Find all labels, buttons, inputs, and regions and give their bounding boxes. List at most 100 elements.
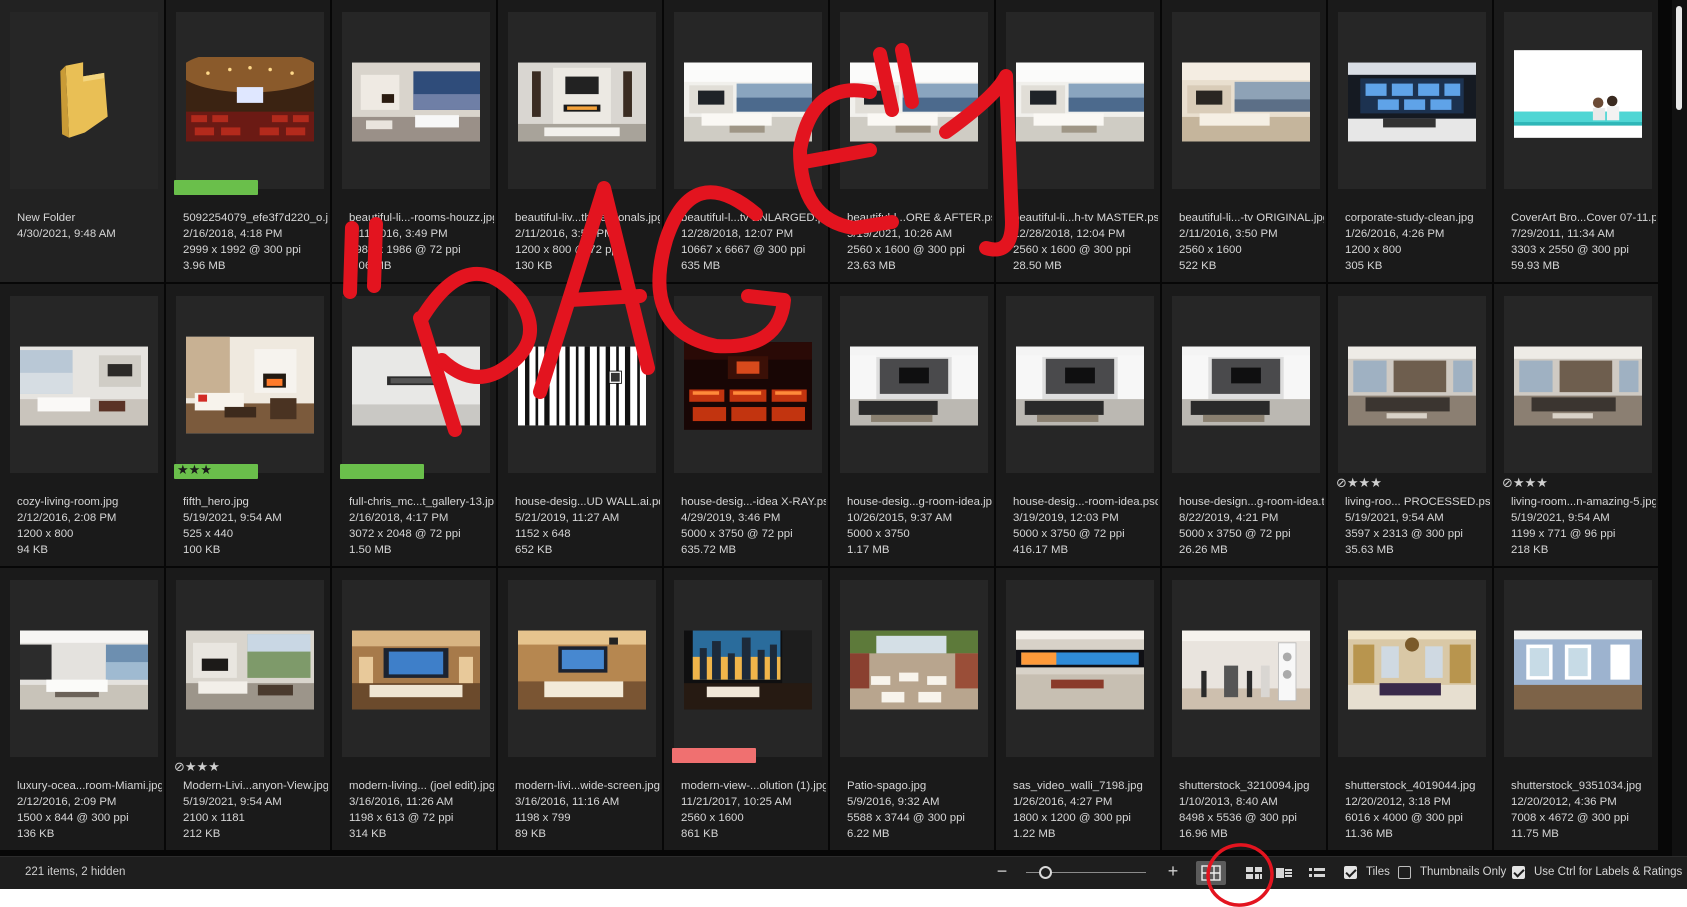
file-size: 522 KB bbox=[1179, 260, 1217, 272]
file-size: 1.06 MB bbox=[349, 260, 392, 272]
thumbnail-image bbox=[684, 625, 812, 715]
thumbnail-tile[interactable]: Patio-spago.jpg 5/9/2016, 9:32 AM 5588 x 3… bbox=[830, 568, 996, 852]
thumbnail-image bbox=[1182, 57, 1310, 147]
thumbnail-tile[interactable]: house-desig...UD WALL.ai.pdf 5/21/2019, 1… bbox=[498, 284, 664, 568]
file-metadata: modern-livi...wide-screen.jpg 3/16/2016, … bbox=[515, 778, 660, 842]
thumbnail-tile[interactable]: house-desig...-room-idea.psd 3/19/2019, 1… bbox=[996, 284, 1162, 568]
thumbnail-tile[interactable]: beautiful-l...ORE & AFTER.psd 5/19/2021, … bbox=[830, 0, 996, 284]
thumbnail-tile[interactable]: modern-view-...olution (1).jpg 11/21/2017… bbox=[664, 568, 830, 852]
scrollbar-thumb[interactable] bbox=[1676, 6, 1682, 110]
thumbnail-frame bbox=[840, 296, 988, 473]
thumbnail-frame bbox=[674, 580, 822, 757]
thumbnail-frame bbox=[1006, 296, 1154, 473]
thumbnail-tile[interactable]: house-desig...-idea X-RAY.psd 4/29/2019, … bbox=[664, 284, 830, 568]
thumbnail-tile[interactable]: beautiful-liv...th-sectionals.jpg 2/11/20… bbox=[498, 0, 664, 284]
thumbnail-tile[interactable]: ★★★ fifth_hero.jpg 5/19/2021, 9:54 AM 525 x… bbox=[166, 284, 332, 568]
file-size: 1.17 MB bbox=[847, 544, 890, 556]
thumbnail-image bbox=[850, 625, 978, 715]
zoom-in-button[interactable]: + bbox=[1165, 861, 1181, 882]
thumbnail-tile[interactable]: sas_video_walli_7198.jpg 1/26/2016, 4:27 … bbox=[996, 568, 1162, 852]
thumbnail-tile[interactable]: beautiful-l...tv ENLARGED.psd 12/28/2018,… bbox=[664, 0, 830, 284]
thumbnail-tile[interactable]: luxury-ocea...room-Miami.jpg 2/12/2016, 2… bbox=[0, 568, 166, 852]
star-rating[interactable]: ⊘★★★ bbox=[1502, 477, 1548, 491]
thumbnail-tile[interactable]: full-chris_mc...t_gallery-13.jpg 2/16/201… bbox=[332, 284, 498, 568]
compact-grid-icon[interactable] bbox=[1245, 865, 1263, 881]
thumbnail-tile[interactable]: shutterstock_4019044.jpg 12/20/2012, 3:18… bbox=[1328, 568, 1494, 852]
file-date: 5/19/2021, 9:54 AM bbox=[183, 512, 282, 524]
file-name: Modern-Livi...anyon-View.jpg bbox=[183, 780, 328, 792]
thumbnail-tile[interactable]: beautiful-li...-tv ORIGINAL.jpg 2/11/2016… bbox=[1162, 0, 1328, 284]
thumbnails-only-checkbox[interactable] bbox=[1398, 866, 1411, 879]
thumbnail-image bbox=[1182, 341, 1310, 431]
thumbnail-tile[interactable]: beautiful-li...h-tv MASTER.psd 12/28/2018… bbox=[996, 0, 1162, 284]
thumbnail-image bbox=[684, 336, 812, 436]
ctrl-labels-checkbox[interactable] bbox=[1512, 866, 1525, 879]
file-name: shutterstock_3210094.jpg bbox=[1179, 780, 1310, 792]
thumbnail-tile[interactable]: ⊘★★★ Modern-Livi...anyon-View.jpg 5/19/202… bbox=[166, 568, 332, 852]
star-rating[interactable]: ⊘★★★ bbox=[1336, 477, 1382, 491]
thumbnail-tile[interactable]: cozy-living-room.jpg 2/12/2016, 2:08 PM 12… bbox=[0, 284, 166, 568]
thumbnail-tile[interactable]: beautiful-li...-rooms-houzz.jpg 2/11/2016… bbox=[332, 0, 498, 284]
file-metadata: house-desig...UD WALL.ai.pdf 5/21/2019, 1… bbox=[515, 494, 660, 558]
file-date: 2/12/2016, 2:09 PM bbox=[17, 796, 117, 808]
thumbnail-frame bbox=[176, 580, 324, 757]
thumbnail-image bbox=[1348, 57, 1476, 147]
thumbnail-image bbox=[1182, 625, 1310, 715]
file-metadata: full-chris_mc...t_gallery-13.jpg 2/16/201… bbox=[349, 494, 494, 558]
list-view-icon[interactable] bbox=[1308, 865, 1326, 881]
thumbnail-frame bbox=[1338, 296, 1486, 473]
thumbnail-tile[interactable]: shutterstock_9351034.jpg 12/20/2012, 4:36… bbox=[1494, 568, 1660, 852]
thumbnail-tile[interactable]: ⊘★★★ living-room...n-amazing-5.jpg 5/19/20… bbox=[1494, 284, 1660, 568]
ctrl-labels-label: Use Ctrl for Labels & Ratings bbox=[1534, 866, 1683, 878]
file-size: 11.36 MB bbox=[1345, 828, 1393, 840]
file-metadata: fifth_hero.jpg 5/19/2021, 9:54 AM 525 x 44… bbox=[183, 494, 328, 558]
thumbnail-tile[interactable]: CoverArt Bro...Cover 07-11.psd 7/29/2011,… bbox=[1494, 0, 1660, 284]
grid-view-icon[interactable] bbox=[1196, 861, 1226, 885]
details-view-icon[interactable] bbox=[1275, 865, 1293, 881]
thumbnail-image bbox=[1514, 44, 1642, 144]
folder-icon bbox=[20, 50, 148, 150]
thumbnail-frame bbox=[342, 12, 490, 189]
thumbnail-tile[interactable]: modern-living... (joel edit).jpg 3/16/201… bbox=[332, 568, 498, 852]
tiles-checkbox[interactable] bbox=[1344, 866, 1357, 879]
thumbnail-frame bbox=[10, 580, 158, 757]
file-name: shutterstock_4019044.jpg bbox=[1345, 780, 1476, 792]
star-rating[interactable]: ⊘★★★ bbox=[174, 761, 220, 775]
file-dims: 2560 x 1600 bbox=[1179, 244, 1242, 256]
thumbnail-tile[interactable]: modern-livi...wide-screen.jpg 3/16/2016, … bbox=[498, 568, 664, 852]
star-rating[interactable]: ★★★ bbox=[177, 464, 212, 478]
file-size: 635.72 MB bbox=[681, 544, 737, 556]
thumbnail-tile[interactable]: 5092254079_efe3f7d220_o.jpg 2/16/2018, 4:… bbox=[166, 0, 332, 284]
file-size: 94 KB bbox=[17, 544, 49, 556]
file-size: 28.50 MB bbox=[1013, 260, 1062, 272]
file-dims: 3303 x 2550 @ 300 ppi bbox=[1511, 244, 1629, 256]
thumbnail-frame bbox=[1504, 12, 1652, 189]
file-metadata: shutterstock_3210094.jpg 1/10/2013, 8:40 … bbox=[1179, 778, 1324, 842]
file-date: 12/28/2018, 12:07 PM bbox=[681, 228, 794, 240]
vertical-scrollbar[interactable] bbox=[1672, 0, 1687, 856]
file-size: 26.26 MB bbox=[1179, 544, 1228, 556]
thumbnail-tile[interactable]: house-desig...g-room-idea.jpg 10/26/2015,… bbox=[830, 284, 996, 568]
thumbnail-tile[interactable]: ⊘★★★ living-roo... PROCESSED.psd 5/19/2021… bbox=[1328, 284, 1494, 568]
file-name: beautiful-li...-tv ORIGINAL.jpg bbox=[1179, 212, 1324, 224]
file-metadata: cozy-living-room.jpg 2/12/2016, 2:08 PM 12… bbox=[17, 494, 162, 558]
thumbnail-tile[interactable]: New Folder 4/30/2021, 9:48 AM bbox=[0, 0, 166, 284]
zoom-out-button[interactable]: − bbox=[994, 861, 1010, 882]
file-size: 89 KB bbox=[515, 828, 547, 840]
file-size: 1.50 MB bbox=[349, 544, 392, 556]
file-metadata: CoverArt Bro...Cover 07-11.psd 7/29/2011,… bbox=[1511, 210, 1656, 274]
thumbnail-tile[interactable]: corporate-study-clean.jpg 1/26/2016, 4:26… bbox=[1328, 0, 1494, 284]
file-size: 635 MB bbox=[681, 260, 721, 272]
file-dims: 1198 x 613 @ 72 ppi bbox=[349, 812, 454, 824]
slider-knob[interactable] bbox=[1039, 866, 1052, 879]
thumbnail-tile[interactable]: house-design...g-room-idea.tif 8/22/2019,… bbox=[1162, 284, 1328, 568]
file-date: 1/26/2016, 4:26 PM bbox=[1345, 228, 1445, 240]
file-metadata: house-desig...-idea X-RAY.psd 4/29/2019, … bbox=[681, 494, 826, 558]
thumbnail-frame bbox=[508, 580, 656, 757]
file-size: 35.63 MB bbox=[1345, 544, 1394, 556]
file-date: 4/29/2019, 3:46 PM bbox=[681, 512, 781, 524]
thumbnail-tile[interactable]: shutterstock_3210094.jpg 1/10/2013, 8:40 … bbox=[1162, 568, 1328, 852]
file-dims: 1200 x 800 bbox=[17, 528, 74, 540]
file-dims: 2986 x 1986 @ 72 ppi bbox=[349, 244, 461, 256]
file-name: CoverArt Bro...Cover 07-11.psd bbox=[1511, 212, 1656, 224]
